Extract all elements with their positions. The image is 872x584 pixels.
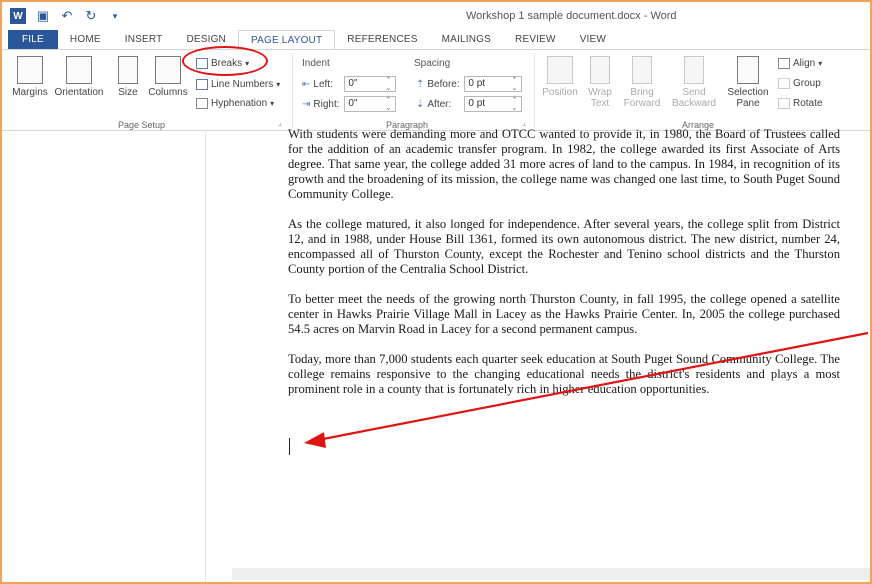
- window-title: Workshop 1 sample document.docx - Word: [466, 10, 677, 22]
- tab-file[interactable]: FILE: [8, 30, 58, 50]
- selection-pane-button[interactable]: Selection Pane: [724, 56, 772, 109]
- bring-forward-icon: [632, 56, 652, 84]
- selection-pane-icon: [737, 56, 759, 84]
- paragraph: To better meet the needs of the growing …: [288, 292, 840, 336]
- title-bar: W ▣ ↶ ↻ ▾ Workshop 1 sample document.doc…: [2, 2, 870, 30]
- margins-button[interactable]: Margins: [10, 56, 50, 98]
- undo-icon[interactable]: ↶: [60, 9, 74, 23]
- document-body[interactable]: With students were demanding more and OT…: [288, 127, 840, 412]
- group-icon: [778, 78, 790, 89]
- send-backward-icon: [684, 56, 704, 84]
- ribbon-tabs: FILE HOME INSERT DESIGN PAGE LAYOUT REFE…: [2, 30, 870, 50]
- rotate-label: Rotate: [793, 98, 823, 109]
- save-icon[interactable]: ▣: [36, 9, 50, 23]
- send-backward-label: Send Backward: [672, 87, 716, 109]
- spacing-after-icon: ⇣: [416, 98, 425, 110]
- hyphenation-label: Hyphenation: [211, 98, 268, 109]
- position-icon: [547, 56, 573, 84]
- wrap-text-icon: [590, 56, 610, 84]
- align-dropdown-icon: ▾: [818, 59, 823, 68]
- margins-icon: [17, 56, 43, 84]
- indent-left-label: Left:: [313, 78, 333, 90]
- tab-view[interactable]: VIEW: [568, 30, 618, 50]
- paragraph: As the college matured, it also longed f…: [288, 217, 840, 276]
- word-app-icon: W: [10, 8, 26, 24]
- indent-right-label: Right:: [313, 98, 340, 110]
- size-icon: [118, 56, 138, 84]
- line-numbers-button[interactable]: Line Numbers ▾: [196, 79, 280, 90]
- tab-review[interactable]: REVIEW: [503, 30, 568, 50]
- indent-right-input[interactable]: 0": [344, 96, 397, 112]
- tab-home[interactable]: HOME: [58, 30, 113, 50]
- align-button[interactable]: Align ▾: [778, 58, 822, 69]
- group-separator: [534, 54, 535, 128]
- columns-label: Columns: [148, 87, 188, 98]
- hyphenation-icon: [196, 98, 208, 109]
- rotate-icon: [778, 98, 790, 109]
- position-button[interactable]: Position: [540, 56, 580, 98]
- spacing-after-input[interactable]: 0 pt: [464, 96, 523, 112]
- size-button[interactable]: Size: [114, 56, 142, 98]
- word-window: W ▣ ↶ ↻ ▾ Workshop 1 sample document.doc…: [0, 0, 872, 584]
- bring-forward-button[interactable]: Bring Forward: [620, 56, 664, 109]
- indent-left-icon: ⇤: [302, 78, 311, 90]
- navigation-pane: [2, 132, 206, 582]
- group-button[interactable]: Group: [778, 78, 821, 89]
- spacing-before-input[interactable]: 0 pt: [464, 76, 523, 92]
- page-setup-group-label: Page Setup: [118, 120, 166, 130]
- tab-mailings[interactable]: MAILINGS: [430, 30, 503, 50]
- send-backward-button[interactable]: Send Backward: [668, 56, 720, 109]
- selection-pane-label: Selection Pane: [727, 87, 769, 109]
- indent-right-row: ⇥ Right: 0": [302, 96, 397, 112]
- customize-qat-icon[interactable]: ▾: [108, 9, 122, 23]
- position-label: Position: [542, 87, 578, 98]
- hyphenation-button[interactable]: Hyphenation ▾: [196, 98, 274, 109]
- spacing-before-icon: ⇡: [416, 78, 425, 90]
- tab-page-layout[interactable]: PAGE LAYOUT: [237, 30, 336, 50]
- orientation-icon: [66, 56, 92, 84]
- wrap-text-label: Wrap Text: [588, 87, 612, 109]
- align-icon: [778, 58, 790, 69]
- quick-access-toolbar: W ▣ ↶ ↻ ▾: [10, 8, 122, 24]
- line-numbers-icon: [196, 79, 208, 90]
- wrap-text-button[interactable]: Wrap Text: [582, 56, 618, 109]
- indent-left-input[interactable]: 0": [344, 76, 397, 92]
- columns-icon: [155, 56, 181, 84]
- size-label: Size: [118, 87, 138, 98]
- ribbon: Margins Orientation Size Columns Breaks …: [2, 49, 870, 131]
- spacing-after-row: ⇣ After: 0 pt: [416, 96, 523, 112]
- rotate-button[interactable]: Rotate: [778, 98, 822, 109]
- indent-right-icon: ⇥: [302, 98, 311, 110]
- orientation-button[interactable]: Orientation: [52, 56, 106, 98]
- page-setup-launcher-icon[interactable]: ⌟: [278, 118, 282, 127]
- tab-insert[interactable]: INSERT: [113, 30, 175, 50]
- hyphenation-dropdown-icon: ▾: [270, 99, 275, 108]
- text-cursor: [289, 438, 290, 455]
- align-label: Align: [793, 58, 816, 69]
- orientation-label: Orientation: [54, 87, 104, 98]
- indent-heading: Indent: [302, 58, 330, 69]
- breaks-highlight-circle: [182, 46, 268, 76]
- spacing-before-row: ⇡ Before: 0 pt: [416, 76, 523, 92]
- bring-forward-label: Bring Forward: [623, 87, 661, 109]
- line-numbers-dropdown-icon: ▾: [276, 80, 281, 89]
- margins-label: Margins: [12, 87, 48, 98]
- spacing-before-label: Before:: [427, 78, 460, 90]
- page-bottom-edge: [232, 568, 870, 580]
- spacing-after-label: After:: [427, 98, 452, 110]
- paragraph: Today, more than 7,000 students each qua…: [288, 352, 840, 396]
- redo-icon[interactable]: ↻: [84, 9, 98, 23]
- paragraph: With students were demanding more and OT…: [288, 127, 840, 201]
- spacing-heading: Spacing: [414, 58, 451, 69]
- group-label: Group: [793, 78, 821, 89]
- paragraph-launcher-icon[interactable]: ⌟: [522, 118, 526, 127]
- line-numbers-label: Line Numbers: [211, 79, 274, 90]
- group-separator: [292, 54, 293, 128]
- tab-references[interactable]: REFERENCES: [335, 30, 429, 50]
- indent-left-row: ⇤ Left: 0": [302, 76, 397, 92]
